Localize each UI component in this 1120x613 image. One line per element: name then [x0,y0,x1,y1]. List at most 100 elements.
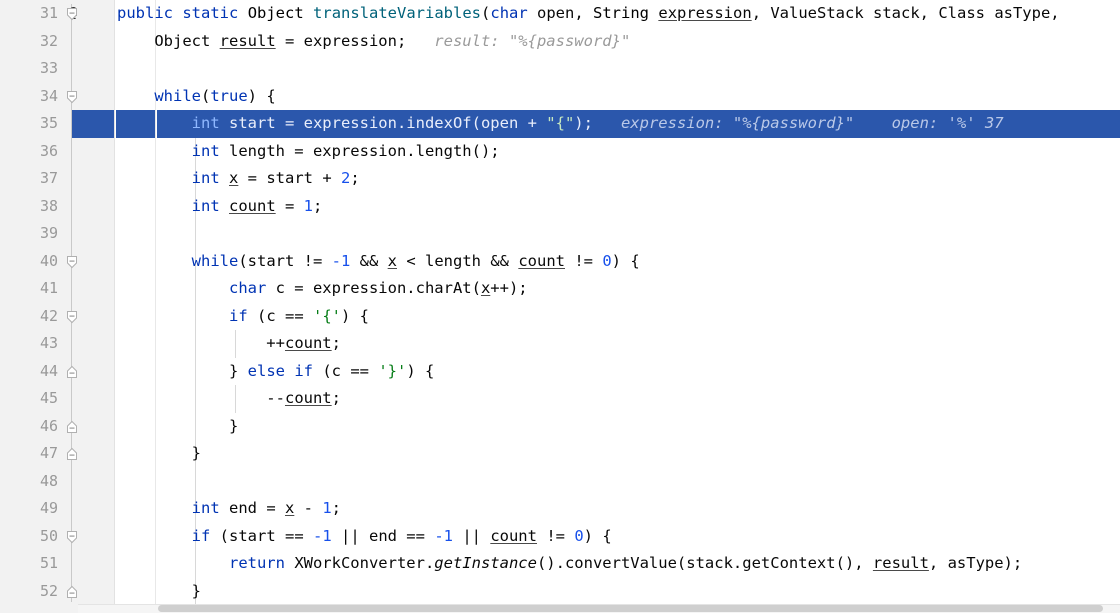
code-token: - [294,499,323,517]
code-token: } [117,581,201,600]
code-token: (start != [238,251,332,270]
code-text[interactable]: public static Object translateVariables(… [117,0,1060,28]
code-token: } [117,416,239,435]
code-text[interactable]: } [117,413,238,441]
code-line[interactable]: 36 int length = expression.length(); [0,137,1120,166]
fold-region-end-icon[interactable] [64,446,80,462]
code-text[interactable]: int end = x - 1; [117,495,341,523]
code-line[interactable]: 49 int end = x - 1; [0,495,1120,523]
line-number: 35 [39,114,58,132]
code-token: open, [527,4,594,22]
code-line[interactable]: 47 } [0,440,1120,468]
horizontal-scrollbar-thumb[interactable] [158,605,1103,612]
code-line-highlighted[interactable]: 35 int start = expression.indexOf(open +… [0,110,1120,138]
code-text[interactable]: while(true) { [117,83,275,111]
code-token: result [872,554,929,572]
code-token: return [228,554,285,572]
code-token: "{" [546,114,575,132]
code-token: count [284,389,332,407]
code-line[interactable]: 33 [0,55,1120,83]
line-number: 32 [39,31,58,50]
code-text[interactable]: int count = 1; [117,193,323,221]
code-token: || [452,526,491,545]
line-number: 40 [39,251,58,270]
code-token: (c == [313,361,379,380]
code-line[interactable]: 41 char c = expression.charAt(x++); [0,275,1120,303]
code-text[interactable]: Object result = expression; result: "%{p… [117,28,630,56]
code-token: ) { [611,251,640,270]
code-token: start = expression. [219,114,407,132]
code-line[interactable]: 48 [0,467,1120,495]
code-line[interactable]: 34 while(true) { [0,83,1120,111]
line-number: 52 [39,581,58,600]
code-text[interactable]: int length = expression.length(); [117,138,500,166]
code-token: -- [117,389,285,407]
code-line[interactable]: 31@public static Object translateVariabl… [0,0,1120,28]
code-token: if [191,526,211,545]
code-text[interactable]: if (c == '{') { [117,303,369,331]
code-line[interactable]: 32 Object result = expression; result: "… [0,28,1120,56]
code-text[interactable]: return XWorkConverter.getInstance().conv… [117,550,1022,578]
fold-region-end-icon[interactable] [64,364,80,380]
code-token: Object [247,4,304,22]
fold-collapse-icon[interactable] [64,6,80,22]
code-token: expression [658,4,752,22]
code-token: 0 [574,526,584,545]
code-token: count [229,196,276,215]
code-line[interactable]: 37 int x = start + 2; [0,165,1120,193]
code-text[interactable]: int x = start + 2; [117,165,360,193]
fold-region-end-icon[interactable] [64,419,80,435]
code-token: else [247,361,285,380]
code-token: count [518,251,565,270]
code-token: int [191,196,220,215]
code-token: if [228,306,248,325]
code-text[interactable]: } else if (c == '}') { [117,358,434,386]
code-token: 0 [602,251,612,270]
code-line[interactable]: 39 [0,220,1120,248]
line-number: 46 [39,416,58,435]
code-text[interactable]: } [117,440,201,468]
code-line[interactable]: 45 --count; [0,385,1120,413]
code-token: getInstance [434,554,537,572]
fold-collapse-icon[interactable] [64,254,80,270]
code-line[interactable]: 50 if (start == -1 || end == -1 || count… [0,522,1120,551]
code-text[interactable]: while(start != -1 && x < length && count… [117,248,640,276]
code-line[interactable]: 42 if (c == '{') { [0,302,1120,331]
code-text[interactable]: ++count; [117,330,341,358]
code-token: int [191,499,220,517]
code-editor[interactable]: 31@public static Object translateVariabl… [0,0,1120,613]
code-token: x [229,169,239,187]
code-line[interactable]: 46 } [0,412,1120,441]
code-text[interactable]: } [117,578,201,606]
code-token: ++ [117,334,285,352]
code-token: int [191,141,220,160]
fold-collapse-icon[interactable] [64,89,80,105]
fold-collapse-icon[interactable] [64,529,80,545]
code-line[interactable]: 40 while(start != -1 && x < length && co… [0,247,1120,276]
code-line[interactable]: 43 ++count; [0,330,1120,358]
code-token: end = [219,499,285,517]
code-text[interactable]: int start = expression.indexOf(open + "{… [117,110,1004,138]
horizontal-scrollbar-track[interactable] [78,604,1120,613]
code-token: = start + [238,169,341,187]
fold-region-end-icon[interactable] [64,584,80,600]
code-text[interactable]: --count; [117,385,341,413]
code-text[interactable]: if (start == -1 || end == -1 || count !=… [117,523,612,551]
fold-collapse-icon[interactable] [64,309,80,325]
code-line[interactable]: 51 return XWorkConverter.getInstance().c… [0,550,1120,578]
code-line[interactable]: 44 } else if (c == '}') { [0,357,1120,386]
code-token: && [350,251,388,270]
code-text[interactable]: char c = expression.charAt(x++); [117,275,528,303]
code-line[interactable]: 52 } [0,577,1120,606]
code-line[interactable]: 38 int count = 1; [0,192,1120,221]
